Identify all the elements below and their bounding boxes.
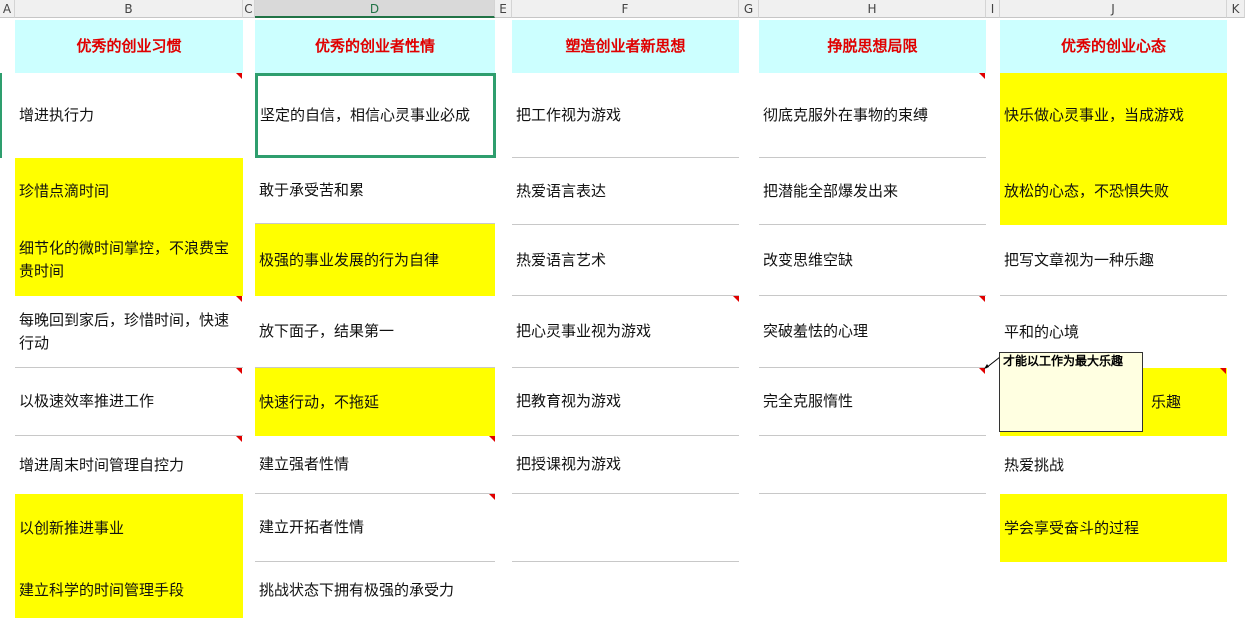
column-header-j[interactable]: J bbox=[1000, 0, 1227, 18]
cell-h-5[interactable]: 完全克服惰性 bbox=[759, 368, 986, 436]
cell-d-6[interactable]: 建立强者性情 bbox=[255, 436, 495, 494]
cell-j-1[interactable]: 快乐做心灵事业，当成游戏 bbox=[1000, 73, 1227, 158]
comment-indicator[interactable] bbox=[489, 436, 495, 442]
cell-d-2[interactable]: 敢于承受苦和累 bbox=[255, 158, 495, 224]
comment-indicator[interactable] bbox=[236, 73, 242, 79]
cell-f-3[interactable]: 热爱语言艺术 bbox=[512, 225, 739, 296]
cell-f-5[interactable]: 把教育视为游戏 bbox=[512, 368, 739, 436]
cell-f-7[interactable] bbox=[512, 494, 739, 562]
cell-b-7[interactable]: 以创新推进事业 bbox=[15, 494, 243, 562]
cell-f-6[interactable]: 把授课视为游戏 bbox=[512, 436, 739, 494]
cell-d-5[interactable]: 快速行动，不拖延 bbox=[255, 368, 495, 436]
cell-b-5[interactable]: 以极速效率推进工作 bbox=[15, 368, 243, 436]
column-header-b[interactable]: B bbox=[15, 0, 243, 18]
cell-h-1[interactable]: 彻底克服外在事物的束缚 bbox=[759, 73, 986, 158]
cell-b-1[interactable]: 增进执行力 bbox=[15, 73, 243, 158]
cell-j-6[interactable]: 热爱挑战 bbox=[1000, 436, 1227, 494]
comment-indicator[interactable] bbox=[979, 73, 985, 79]
cell-f-4[interactable]: 把心灵事业视为游戏 bbox=[512, 296, 739, 368]
cell-h-2[interactable]: 把潜能全部爆发出来 bbox=[759, 158, 986, 225]
comment-box[interactable]: 才能以工作为最大乐趣 bbox=[999, 352, 1143, 432]
column-header-e[interactable]: E bbox=[495, 0, 512, 18]
row-selection-marker bbox=[0, 73, 2, 158]
cell-j-7[interactable]: 学会享受奋斗的过程 bbox=[1000, 494, 1227, 562]
column-header-c[interactable]: C bbox=[243, 0, 255, 18]
column-header-i[interactable]: I bbox=[986, 0, 1000, 18]
cell-b-2[interactable]: 珍惜点滴时间 bbox=[15, 158, 243, 224]
column-header-f[interactable]: F bbox=[512, 0, 739, 18]
column-header-h[interactable]: H bbox=[759, 0, 986, 18]
cell-f-2[interactable]: 热爱语言表达 bbox=[512, 158, 739, 225]
comment-indicator[interactable] bbox=[236, 368, 242, 374]
cell-h-3[interactable]: 改变思维空缺 bbox=[759, 225, 986, 296]
comment-indicator[interactable] bbox=[236, 436, 242, 442]
cell-b-6[interactable]: 增进周末时间管理自控力 bbox=[15, 436, 243, 494]
comment-indicator[interactable] bbox=[489, 494, 495, 500]
cell-d-8[interactable]: 挑战状态下拥有极强的承受力 bbox=[255, 562, 495, 618]
column-header-a[interactable]: A bbox=[0, 0, 15, 18]
column-header-d[interactable]: D bbox=[255, 0, 495, 18]
column-header-k[interactable]: K bbox=[1227, 0, 1245, 18]
cell-j-3[interactable]: 把写文章视为一种乐趣 bbox=[1000, 225, 1227, 296]
header-cell-b[interactable]: 优秀的创业习惯 bbox=[15, 20, 243, 73]
cell-j-2[interactable]: 放松的心态，不恐惧失败 bbox=[1000, 158, 1227, 225]
column-header-g[interactable]: G bbox=[739, 0, 759, 18]
cell-h-4[interactable]: 突破羞怯的心理 bbox=[759, 296, 986, 368]
comment-indicator[interactable] bbox=[733, 296, 739, 302]
cell-d-7[interactable]: 建立开拓者性情 bbox=[255, 494, 495, 562]
header-cell-d[interactable]: 优秀的创业者性情 bbox=[255, 20, 495, 73]
cell-f-1[interactable]: 把工作视为游戏 bbox=[512, 73, 739, 158]
cell-b-4[interactable]: 每晚回到家后，珍惜时间，快速行动 bbox=[15, 296, 243, 368]
comment-indicator[interactable] bbox=[1220, 368, 1226, 374]
cell-d-3[interactable]: 极强的事业发展的行为自律 bbox=[255, 224, 495, 296]
cell-d-4[interactable]: 放下面子，结果第一 bbox=[255, 296, 495, 368]
cell-b-8[interactable]: 建立科学的时间管理手段 bbox=[15, 562, 243, 618]
header-cell-j[interactable]: 优秀的创业心态 bbox=[1000, 20, 1227, 73]
cell-h-6[interactable] bbox=[759, 436, 986, 494]
comment-indicator[interactable] bbox=[236, 296, 242, 302]
comment-indicator[interactable] bbox=[979, 296, 985, 302]
cell-d-1-selected[interactable]: 坚定的自信，相信心灵事业必成 bbox=[255, 73, 496, 158]
header-cell-h[interactable]: 挣脱思想局限 bbox=[759, 20, 986, 73]
header-cell-f[interactable]: 塑造创业者新思想 bbox=[512, 20, 739, 73]
cell-b-3[interactable]: 细节化的微时间掌控，不浪费宝贵时间 bbox=[15, 224, 243, 296]
